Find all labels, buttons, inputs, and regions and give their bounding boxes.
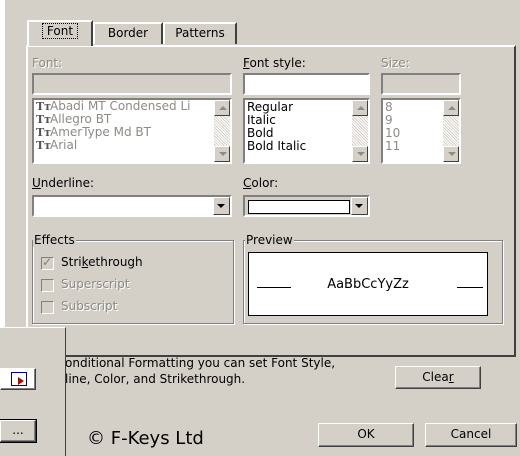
size-item[interactable]: 11	[383, 140, 443, 153]
size-item-label: 10	[385, 126, 401, 140]
tab-font[interactable]: Font	[27, 20, 93, 46]
watermark-text: © F-Keys Ltd	[87, 428, 204, 449]
size-scrollbar[interactable]	[443, 100, 459, 162]
strikethrough-text-2: ethrough	[88, 255, 143, 269]
preview-box: AaBbCcYyZz	[248, 252, 488, 316]
background-window-fragment: ...	[0, 327, 66, 456]
font-style-item-label: Bold	[247, 126, 274, 140]
subscript-checkbox[interactable]	[41, 301, 54, 314]
scroll-up-button[interactable]	[443, 100, 459, 116]
truetype-icon: Tт	[36, 113, 52, 126]
info-line-2: line, Color, and Strikethrough.	[65, 372, 246, 386]
font-item[interactable]: TтArial	[34, 138, 214, 153]
size-item-label: 8	[385, 100, 393, 114]
underline-label-accel: U	[32, 176, 41, 190]
tab-patterns[interactable]: Patterns	[163, 22, 237, 44]
ok-button[interactable]: OK	[318, 423, 414, 447]
color-swatch	[248, 200, 350, 214]
arrow-up-icon	[357, 106, 365, 110]
arrow-down-icon	[448, 152, 456, 156]
scroll-up-button[interactable]	[214, 100, 230, 116]
arrow-down-icon	[219, 152, 227, 156]
font-input	[32, 73, 232, 95]
chevron-down-icon	[217, 204, 225, 208]
font-item-label: Allegro BT	[50, 112, 112, 126]
font-item-label: Arial	[50, 138, 78, 152]
color-label: Color:	[243, 176, 278, 190]
underline-label: Underline:	[32, 176, 94, 190]
cancel-button[interactable]: Cancel	[425, 423, 517, 447]
tab-patterns-label: Patterns	[175, 26, 225, 40]
color-dropdown-button[interactable]	[351, 197, 368, 215]
checkmark-icon: ✓	[42, 255, 53, 269]
preview-title: Preview	[245, 233, 294, 247]
truetype-icon: Tт	[36, 126, 52, 139]
ellipsis-label: ...	[12, 423, 24, 437]
underline-dropdown[interactable]	[32, 195, 232, 217]
font-label: Font:	[32, 56, 63, 70]
scroll-down-button[interactable]	[214, 146, 230, 162]
cancel-label: Cancel	[450, 427, 492, 441]
font-list[interactable]: TтAbadi MT Condensed Li TтAllegro BT TтA…	[32, 98, 232, 164]
tab-border-label: Border	[107, 26, 149, 40]
strikethrough-text-1: Stri	[61, 255, 82, 269]
font-style-item-label: Regular	[247, 100, 294, 114]
scroll-down-button[interactable]	[352, 146, 368, 162]
truetype-icon: Tт	[36, 100, 52, 113]
font-style-list[interactable]: Regular Italic Bold Bold Italic	[243, 98, 370, 164]
font-style-item-label: Bold Italic	[247, 139, 307, 153]
effects-title: Effects	[33, 233, 76, 247]
color-label-text: olor:	[251, 176, 279, 190]
font-style-label: Font style:	[243, 56, 306, 70]
size-input	[381, 73, 461, 95]
font-style-input[interactable]	[243, 73, 370, 95]
tab-font-label: Font	[41, 23, 79, 39]
clear-label-accel: r	[448, 370, 454, 384]
size-item-label: 9	[385, 113, 393, 127]
superscript-label: Superscript	[61, 277, 130, 291]
arrow-up-icon	[448, 106, 456, 110]
font-item-label: Abadi MT Condensed Li	[50, 99, 191, 113]
font-style-label-text: ont style:	[249, 56, 306, 70]
tab-border[interactable]: Border	[93, 22, 163, 44]
ellipsis-button[interactable]: ...	[0, 419, 37, 443]
scroll-track[interactable]	[352, 116, 368, 146]
format-cells-dialog: Font Border Patterns Font: TтAbadi MT Co…	[5, 0, 520, 456]
clear-label-text: Clea	[422, 370, 449, 384]
color-dropdown[interactable]	[243, 195, 370, 217]
size-label: Size:	[381, 56, 410, 70]
font-style-item-label: Italic	[247, 113, 276, 127]
underline-label-text: nderline:	[40, 176, 95, 190]
font-style-scrollbar[interactable]	[352, 100, 368, 162]
font-item-label: AmerType Md BT	[50, 125, 151, 139]
scroll-down-button[interactable]	[443, 146, 459, 162]
arrow-up-icon	[219, 106, 227, 110]
size-list[interactable]: 8 9 10 11	[381, 98, 461, 164]
truetype-icon: Tт	[36, 139, 52, 152]
range-select-button[interactable]	[0, 368, 36, 390]
subscript-label: Subscript	[61, 299, 118, 313]
strikethrough-label: Strikethrough	[61, 255, 143, 269]
clear-button[interactable]: Clear	[395, 366, 481, 389]
font-list-scrollbar[interactable]	[214, 100, 230, 162]
underline-dropdown-button[interactable]	[213, 197, 230, 215]
size-item-label: 11	[385, 139, 401, 153]
arrow-down-icon	[357, 152, 365, 156]
red-arrow-icon	[18, 377, 24, 385]
scroll-up-button[interactable]	[352, 100, 368, 116]
strikethrough-checkbox[interactable]: ✓	[41, 255, 54, 270]
superscript-checkbox[interactable]	[41, 279, 54, 292]
info-line-1: onditional Formatting you can set Font S…	[65, 356, 336, 370]
scroll-track[interactable]	[443, 116, 459, 146]
ok-label: OK	[357, 427, 375, 441]
preview-sample: AaBbCcYyZz	[327, 277, 409, 292]
chevron-down-icon	[355, 204, 363, 208]
font-style-item[interactable]: Bold Italic	[245, 140, 352, 153]
scroll-track[interactable]	[214, 116, 230, 146]
collapse-dialog-icon	[11, 372, 27, 386]
